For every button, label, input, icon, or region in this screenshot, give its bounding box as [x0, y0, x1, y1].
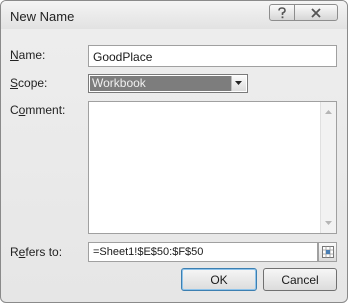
comment-scrollbar[interactable] — [320, 102, 336, 233]
close-icon — [311, 7, 321, 18]
close-button[interactable] — [294, 4, 338, 21]
refers-to-value: =Sheet1!$E$50:$F$50 — [93, 246, 204, 258]
scroll-down-arrow-icon[interactable] — [325, 221, 332, 225]
chevron-down-icon — [235, 81, 242, 85]
comment-label-start: C — [10, 103, 19, 117]
refers-to-input[interactable]: =Sheet1!$E$50:$F$50 — [88, 242, 318, 262]
name-input-value: GoodPlace — [93, 50, 153, 64]
title-bar[interactable]: New Name — [1, 1, 347, 29]
name-input[interactable]: GoodPlace — [88, 45, 337, 67]
help-button[interactable] — [269, 4, 295, 21]
scope-label-text: cope: — [18, 76, 48, 90]
refers-to-label: Refers to: — [10, 245, 62, 259]
refers-label-start: R — [10, 245, 19, 259]
cancel-button[interactable]: Cancel — [263, 268, 337, 291]
scope-dropdown-button[interactable] — [231, 76, 246, 91]
dialog-title: New Name — [10, 9, 75, 24]
scope-dropdown[interactable]: Workbook — [88, 74, 248, 93]
comment-textarea[interactable] — [88, 101, 337, 234]
scroll-up-arrow-icon[interactable] — [325, 110, 332, 114]
range-select-icon — [322, 246, 334, 258]
refers-label-text: fers to: — [25, 245, 63, 259]
name-label-text: ame: — [18, 48, 46, 62]
name-label: Name: — [10, 48, 45, 62]
name-label-mnemonic: N — [10, 48, 19, 62]
scope-selected-value: Workbook — [90, 76, 231, 91]
comment-label-text: mment: — [25, 103, 66, 117]
new-name-dialog: New Name Name: GoodPlace Scope: Workbook… — [0, 0, 348, 303]
comment-label: Comment: — [10, 103, 65, 117]
collapse-range-button[interactable] — [318, 242, 337, 262]
scope-label: Scope: — [10, 76, 47, 90]
ok-button[interactable]: OK — [181, 268, 257, 291]
question-icon — [278, 6, 286, 18]
scope-label-mnemonic: S — [10, 76, 19, 90]
